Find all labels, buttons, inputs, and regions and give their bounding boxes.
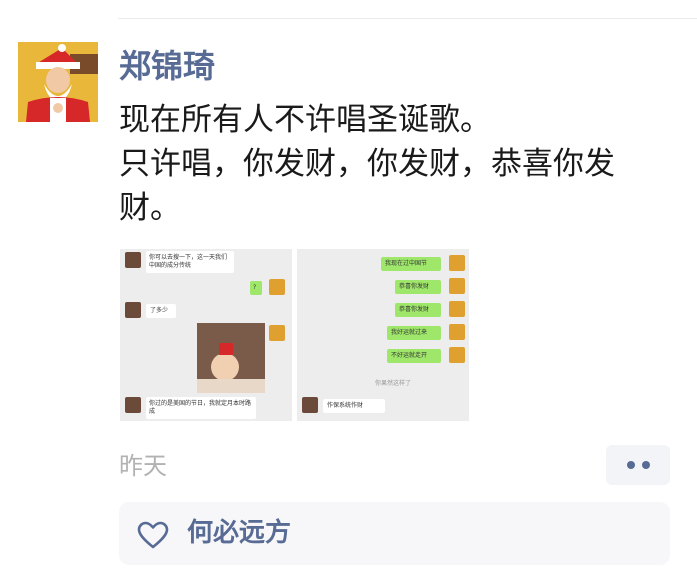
mini-avatar — [449, 347, 465, 363]
post-text-line-1: 现在所有人不许唱圣诞歌。 — [119, 102, 491, 138]
chat-photo — [197, 323, 265, 393]
santa-avatar-image — [18, 42, 98, 122]
chat-bubble-left: 作保系统作财 — [323, 399, 385, 413]
chat-bubble-right: 我好运就过来 — [387, 326, 441, 340]
chat-message: 了多少 — [150, 307, 169, 314]
more-dot — [641, 461, 650, 469]
user-avatar[interactable] — [18, 42, 98, 122]
more-actions-button[interactable] — [606, 445, 670, 485]
chat-bubble-left: 了多少 — [146, 304, 176, 318]
mini-avatar — [449, 278, 465, 294]
mini-avatar — [449, 255, 465, 271]
post-username[interactable]: 郑锦琦 — [119, 46, 215, 86]
post-time: 昨天 — [119, 452, 167, 480]
mini-avatar — [269, 325, 285, 341]
mini-avatar — [269, 279, 285, 295]
chat-message: 我好运就过来 — [391, 329, 428, 336]
chat-message: 你过的是美国的节日，我就定月本时路成 — [149, 400, 252, 415]
chat-bubble-left: 你过的是美国的节日，我就定月本时路成 — [146, 397, 256, 419]
chat-bubble-right: 恭喜你发财 — [395, 280, 441, 294]
chat-message: 作保系统作财 — [327, 402, 364, 409]
mini-avatar — [125, 302, 141, 318]
chat-bubble-left: 你可以去搜一下，这一天我们中国的成分传统 — [146, 251, 234, 273]
chat-message: 恭喜你发财 — [399, 306, 430, 313]
likes-panel: 何必远方 — [119, 502, 670, 565]
mini-avatar — [125, 397, 141, 413]
mini-avatar — [449, 301, 465, 317]
more-dots-icon — [626, 461, 635, 469]
chat-bubble-right: ? — [250, 281, 262, 295]
chat-message: 不好运就走开 — [391, 352, 428, 359]
mini-avatar — [125, 252, 141, 268]
chat-bubble-right: 恭喜你发财 — [395, 303, 441, 317]
top-divider — [118, 18, 697, 19]
image-thumbnail-2[interactable]: 我现在过中国节 恭喜你发财 恭喜你发财 我好运就过来 不好运就走开 你果然这样了… — [297, 249, 469, 421]
chat-bubble-right: 我现在过中国节 — [381, 257, 441, 271]
mini-avatar — [449, 324, 465, 340]
heart-icon — [137, 521, 169, 549]
post-text-line-2: 只许唱，你发财，你发财，恭喜你发财。 — [119, 146, 615, 226]
image-thumbnail-1[interactable]: 你可以去搜一下，这一天我们中国的成分传统 ? 了多少 你过的是美国的节日，我就定… — [120, 249, 292, 421]
chat-message: 恭喜你发财 — [399, 283, 430, 290]
chat-bubble-right: 不好运就走开 — [387, 349, 441, 363]
chat-message: 你可以去搜一下，这一天我们中国的成分传统 — [149, 254, 228, 269]
chat-message: 我现在过中国节 — [385, 260, 428, 267]
chat-system-text: 你果然这样了 — [375, 380, 412, 387]
liked-by-name[interactable]: 何必远方 — [187, 516, 291, 550]
post-text: 现在所有人不许唱圣诞歌。 只许唱，你发财，你发财，恭喜你发财。 — [119, 98, 674, 230]
chat-message: ? — [253, 284, 257, 291]
mini-avatar — [302, 397, 318, 413]
